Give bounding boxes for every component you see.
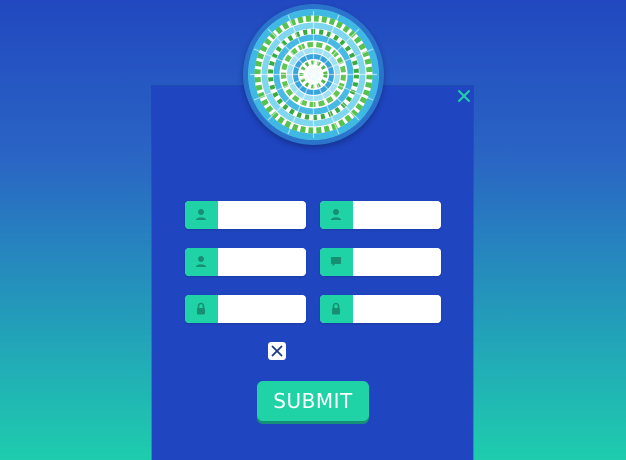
- message-input[interactable]: [353, 248, 441, 276]
- submit-button[interactable]: SUBMIT: [257, 381, 369, 421]
- password-input[interactable]: [218, 295, 306, 323]
- user-field-3: [185, 248, 306, 276]
- tie-dye-avatar-image: [248, 9, 379, 140]
- user-icon: [320, 201, 353, 229]
- user-field-2: [320, 201, 441, 229]
- user-input-2[interactable]: [353, 201, 441, 229]
- user-icon: [185, 201, 218, 229]
- chat-icon: [320, 248, 353, 276]
- message-field: [320, 248, 441, 276]
- close-icon: [458, 90, 470, 102]
- close-button[interactable]: [455, 87, 473, 105]
- terms-checkbox[interactable]: [268, 342, 286, 360]
- user-field-1: [185, 201, 306, 229]
- password-field: [185, 295, 306, 323]
- avatar: [243, 4, 384, 145]
- user-input-3[interactable]: [218, 248, 306, 276]
- x-mark-icon: [271, 345, 283, 357]
- lock-icon: [320, 295, 353, 323]
- user-icon: [185, 248, 218, 276]
- confirm-password-field: [320, 295, 441, 323]
- confirm-password-input[interactable]: [353, 295, 441, 323]
- lock-icon: [185, 295, 218, 323]
- user-input-1[interactable]: [218, 201, 306, 229]
